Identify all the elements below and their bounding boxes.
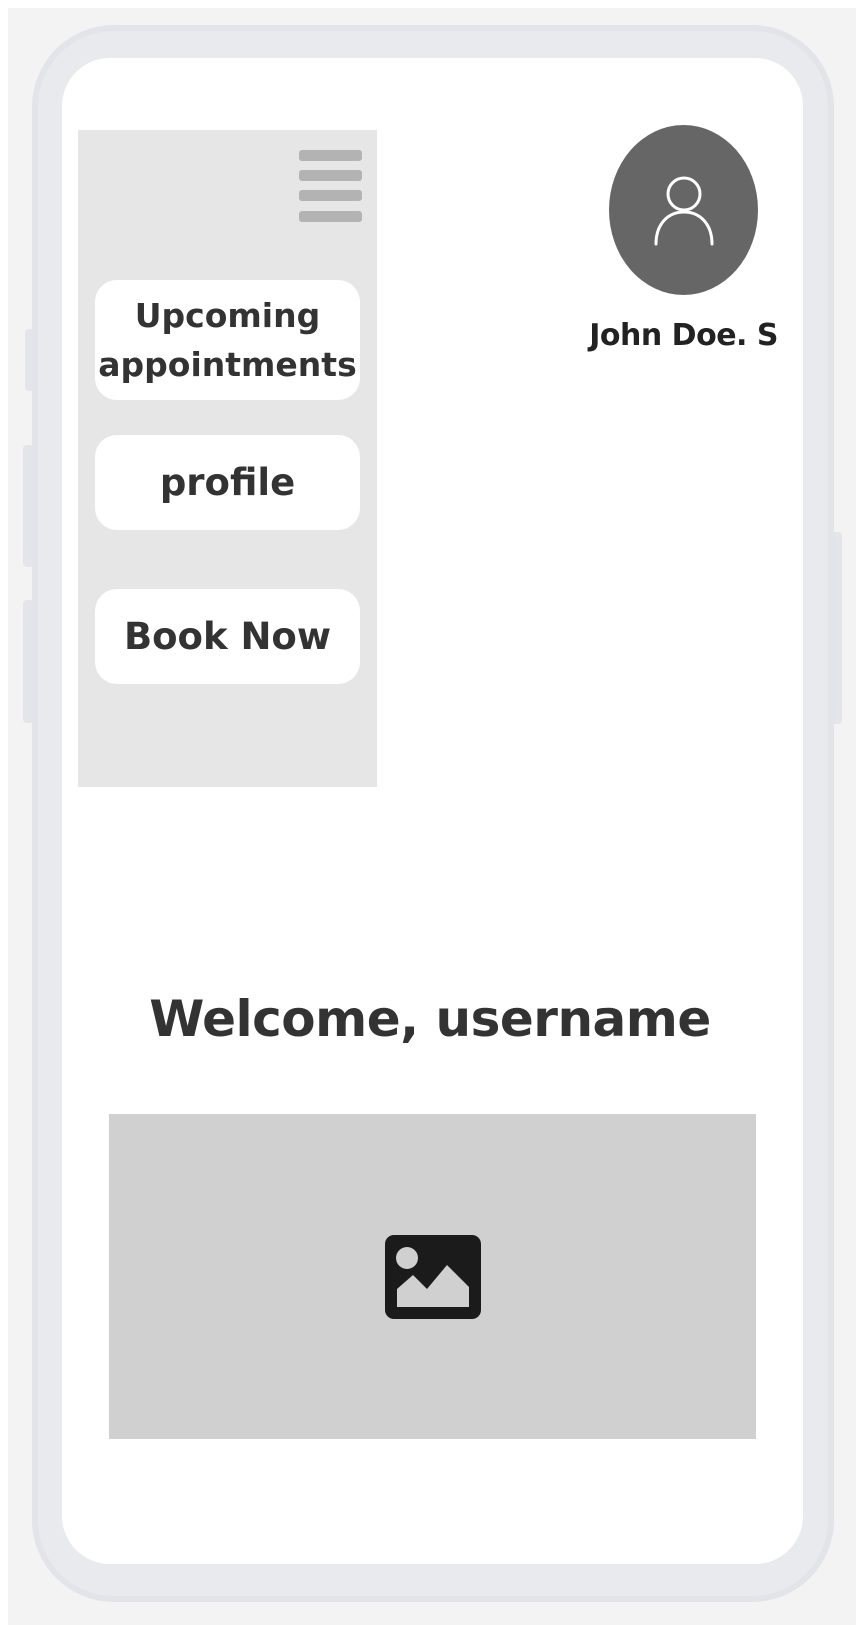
image-placeholder-icon xyxy=(384,1234,481,1319)
welcome-heading: Welcome, username xyxy=(149,990,711,1048)
book-now-button[interactable]: Book Now xyxy=(95,589,360,684)
user-avatar-icon xyxy=(654,176,713,246)
hamburger-menu-icon[interactable] xyxy=(299,150,362,222)
user-name: John Doe. S xyxy=(589,318,778,353)
image-placeholder xyxy=(109,1114,756,1439)
profile-button[interactable]: profile xyxy=(95,435,360,530)
user-avatar[interactable] xyxy=(609,125,758,295)
hamburger-line xyxy=(299,211,362,222)
upcoming-appointments-button[interactable]: Upcoming appointments xyxy=(95,280,360,400)
hamburger-line xyxy=(299,190,362,201)
hamburger-line xyxy=(299,170,362,181)
upcoming-appointments-label: Upcoming appointments xyxy=(98,296,357,384)
hamburger-line xyxy=(299,150,362,161)
phone-mockup: Upcoming appointments profile Book Now J… xyxy=(0,0,856,1625)
book-now-label: Book Now xyxy=(123,615,332,658)
profile-label: profile xyxy=(159,461,296,504)
